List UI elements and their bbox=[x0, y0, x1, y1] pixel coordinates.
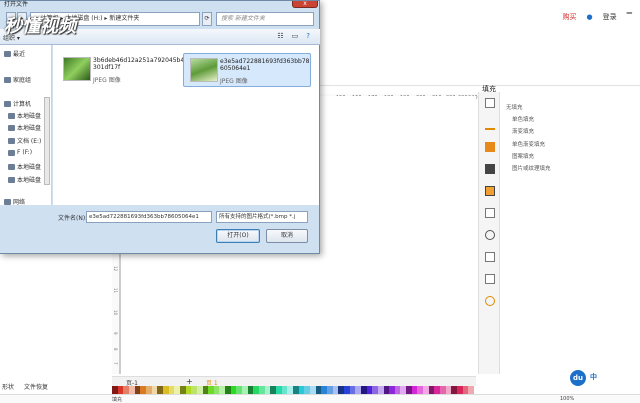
nav-item-label: 本地磁盘 bbox=[17, 125, 42, 132]
file-type: JPEG 图像 bbox=[93, 77, 121, 84]
zoom-level[interactable]: 100% bbox=[560, 396, 574, 402]
fill-options-list: 无填充 单色填充 渐变填充 单色渐变填充 图案填充 图片或纹理填充 bbox=[506, 103, 551, 176]
color-palette[interactable] bbox=[112, 386, 474, 394]
refresh-icon[interactable]: ⟳ bbox=[202, 12, 212, 26]
nav-item-label: 计算机 bbox=[13, 101, 32, 108]
nav-item[interactable]: 网络 bbox=[4, 197, 25, 206]
watermark-logo: 秒懂视频 bbox=[4, 16, 76, 37]
nav-item[interactable]: 计算机 bbox=[4, 99, 31, 108]
view-icon[interactable]: ☷ bbox=[277, 32, 283, 40]
file-name: e3e5ad722881693fd363bb78605064e1 bbox=[220, 58, 310, 72]
shape-tab[interactable]: 形状 bbox=[2, 382, 14, 391]
nav-item-label: 本地磁盘 bbox=[17, 113, 42, 120]
nav-item[interactable]: 本地磁盘 bbox=[8, 162, 41, 171]
baidu-logo: du bbox=[570, 370, 586, 386]
page-navigation-bar: 页-1 + 页 1 bbox=[112, 376, 476, 387]
fill-bucket-icon[interactable] bbox=[485, 98, 495, 108]
nav-item-label: 本地磁盘 bbox=[17, 164, 42, 171]
nav-item[interactable]: 最近 bbox=[4, 49, 25, 58]
page-icon[interactable] bbox=[485, 252, 495, 262]
minimize-icon[interactable]: ▔ bbox=[627, 13, 632, 21]
close-button[interactable]: x bbox=[292, 1, 318, 8]
fill-color-icon[interactable] bbox=[485, 142, 495, 152]
file-name: 3b6deb46d12a251a792045b4301df17f bbox=[93, 57, 185, 71]
status-bar: 填充 100% bbox=[0, 394, 640, 403]
drive-icon bbox=[8, 163, 15, 170]
vruler-tick: 9 bbox=[113, 332, 118, 335]
file-item-selected[interactable]: e3e5ad722881693fd363bb78605064e1 JPEG 图像 bbox=[183, 53, 311, 87]
left-bottom-panel: 形状 文件恢复 bbox=[0, 376, 112, 394]
nav-item[interactable]: 本地磁盘 bbox=[8, 123, 41, 132]
nav-icon bbox=[4, 50, 11, 57]
globe-icon[interactable] bbox=[485, 230, 495, 240]
network-icon bbox=[4, 198, 11, 205]
filetype-select[interactable]: 所有支持的图片格式(*.bmp *.j bbox=[216, 211, 308, 223]
vruler-tick: 10 bbox=[113, 310, 118, 316]
filename-label: 文件名(N): bbox=[58, 215, 88, 222]
app-window: 购买 ● 登录 ▔ 填充 150 160 170 180 190 200 210… bbox=[0, 0, 640, 403]
open-file-dialog: 打开文件 x ◂ ▸ « 计算机 ▸ 本地磁盘 (H:) ▸ 新建文件夹 ⟳ 搜… bbox=[0, 0, 320, 254]
file-list: 3b6deb46d12a251a792045b4301df17f JPEG 图像… bbox=[53, 45, 319, 205]
buy-link[interactable]: 购买 bbox=[563, 12, 577, 22]
search-input[interactable]: 搜索 新建文件夹 bbox=[216, 12, 314, 26]
image-icon[interactable] bbox=[485, 164, 495, 174]
nav-item-label: 最近 bbox=[13, 51, 26, 58]
nav-item[interactable]: 文档 (E:) bbox=[8, 136, 41, 145]
nav-item-label: 网络 bbox=[13, 199, 26, 206]
nav-item[interactable]: 家庭组 bbox=[4, 75, 31, 84]
nav-item[interactable]: 本地磁盘 bbox=[8, 175, 41, 184]
fill-option-solid-gradient[interactable]: 单色渐变填充 bbox=[506, 140, 551, 152]
file-thumbnail bbox=[190, 58, 218, 82]
cancel-button[interactable]: 取消 bbox=[266, 229, 308, 243]
file-type: JPEG 图像 bbox=[220, 78, 248, 85]
add-page-icon[interactable]: + bbox=[186, 377, 193, 386]
nav-icon bbox=[4, 100, 11, 107]
drive-icon bbox=[8, 137, 15, 144]
fill-option-pattern[interactable]: 图案填充 bbox=[506, 152, 551, 164]
user-icon: ● bbox=[586, 13, 593, 21]
nav-item-label: F (F:) bbox=[17, 149, 33, 156]
nav-icon bbox=[4, 76, 11, 83]
nav-item[interactable]: F (F:) bbox=[8, 149, 32, 156]
fill-status-label: 填充 bbox=[112, 397, 123, 403]
help-icon[interactable] bbox=[485, 296, 495, 306]
vruler-tick: 12 bbox=[113, 266, 118, 272]
fill-option-gradient[interactable]: 渐变填充 bbox=[506, 127, 551, 139]
drive-icon bbox=[8, 149, 15, 156]
file-thumbnail bbox=[63, 57, 91, 81]
property-sidebar bbox=[478, 92, 500, 374]
drive-icon bbox=[8, 176, 15, 183]
nav-item-label: 家庭组 bbox=[13, 77, 32, 84]
nav-scrollbar[interactable] bbox=[44, 97, 50, 185]
filename-input[interactable]: e3e5ad722881693fd363bb78605064e1 bbox=[86, 211, 212, 223]
menu-bar: 购买 ● 登录 ▔ bbox=[300, 8, 640, 26]
toolbar-area bbox=[300, 26, 640, 86]
vruler-tick: 8 bbox=[113, 348, 118, 351]
dialog-title: 打开文件 bbox=[4, 1, 29, 8]
fill-option-none[interactable]: 无填充 bbox=[506, 103, 551, 115]
ime-indicator[interactable]: 中 bbox=[590, 372, 597, 382]
drive-icon bbox=[8, 112, 15, 119]
preview-pane-icon[interactable]: ▭ bbox=[292, 32, 299, 40]
fill-option-solid[interactable]: 单色填充 bbox=[506, 115, 551, 127]
pen-icon[interactable] bbox=[485, 120, 495, 130]
nav-item[interactable]: 本地磁盘 bbox=[8, 111, 41, 120]
document-icon[interactable] bbox=[485, 208, 495, 218]
file-item[interactable]: 3b6deb46d12a251a792045b4301df17f JPEG 图像 bbox=[57, 53, 185, 87]
help-icon[interactable]: ? bbox=[306, 32, 310, 40]
open-button[interactable]: 打开(O) bbox=[216, 229, 260, 243]
fill-option-texture[interactable]: 图片或纹理填充 bbox=[506, 164, 551, 176]
vruler-tick: 11 bbox=[113, 288, 118, 294]
shadow-icon[interactable] bbox=[485, 186, 495, 196]
nav-item-label: 文档 (E:) bbox=[17, 138, 42, 145]
vruler-tick: 7 bbox=[113, 362, 118, 365]
drive-icon bbox=[8, 124, 15, 131]
color-swatch[interactable] bbox=[468, 386, 474, 394]
comment-icon[interactable] bbox=[485, 274, 495, 284]
nav-item-label: 本地磁盘 bbox=[17, 177, 42, 184]
login-link[interactable]: 登录 bbox=[603, 12, 617, 22]
file-recovery-tab[interactable]: 文件恢复 bbox=[24, 382, 48, 391]
